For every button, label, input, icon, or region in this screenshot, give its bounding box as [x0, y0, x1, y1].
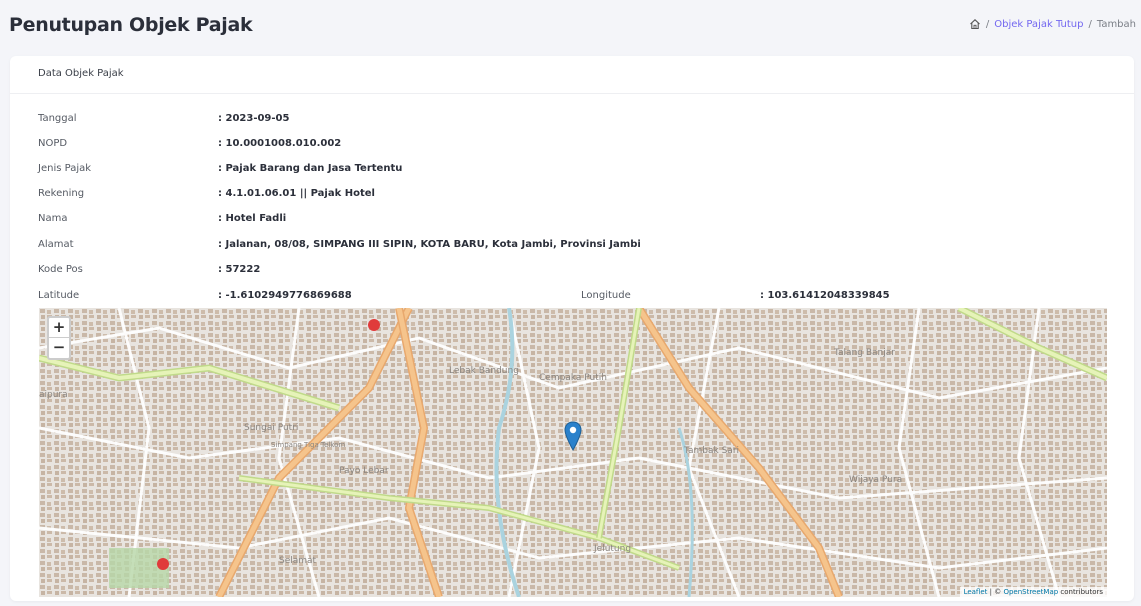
longitude-value: : 103.61412048339845 [760, 290, 890, 301]
breadcrumb-separator: / [1088, 18, 1092, 30]
home-icon[interactable] [969, 18, 981, 30]
leaflet-link[interactable]: Leaflet [964, 588, 988, 596]
breadcrumb-separator: / [985, 18, 990, 30]
map-marker-icon[interactable] [564, 421, 582, 451]
page-header: Penutupan Objek Pajak / Objek Pajak Tutu… [0, 0, 1141, 50]
field-value: : -1.6102949776869688 [218, 290, 352, 301]
field-value: : 57222 [218, 264, 261, 275]
field-label: Rekening [38, 188, 85, 199]
map-place-label: Wijaya Pura [849, 475, 903, 485]
field-value: : 2023-09-05 [218, 113, 290, 124]
field-value: : 10.0001008.010.002 [218, 138, 342, 149]
field-value: : Pajak Barang dan Jasa Tertentu [218, 163, 403, 174]
map-place-label: Payo Lebar [339, 466, 389, 476]
attribution-separator: | © [987, 588, 1004, 596]
map-place-label: aipura [39, 390, 68, 400]
field-label: Jenis Pajak [38, 163, 92, 174]
map-place-label: Selamat [279, 556, 317, 566]
field-value: : Jalanan, 08/08, SIMPANG III SIPIN, KOT… [218, 239, 641, 250]
field-label: Latitude [38, 290, 80, 301]
breadcrumb: / Objek Pajak Tutup / Tambah [969, 18, 1136, 30]
map-place-label: Talang Banjar [834, 348, 895, 358]
card-title: Data Objek Pajak [10, 56, 1134, 94]
zoom-control: + − [47, 316, 71, 360]
data-card: Data Objek Pajak Tanggal : 2023-09-05 NO… [10, 56, 1134, 601]
zoom-out-button[interactable]: − [49, 338, 69, 358]
map-place-label: Jelutung [594, 544, 632, 554]
map-attribution: Leaflet | © OpenStreetMap contributors [959, 587, 1107, 597]
map-place-label: Simpang Tiga Telkom [271, 441, 346, 449]
longitude-label: Longitude [581, 290, 631, 301]
attribution-text: contributors [1058, 588, 1103, 596]
field-value: : Hotel Fadli [218, 213, 287, 224]
field-label: Kode Pos [38, 264, 83, 275]
map-place-label: Tambak Sari [684, 446, 740, 456]
page-title: Penutupan Objek Pajak [9, 14, 253, 36]
openstreetmap-link[interactable]: OpenStreetMap [1003, 588, 1058, 596]
map[interactable]: Lebak Bandung Cempaka Putih Talang Banja… [39, 308, 1107, 597]
map-place-label: Sungai Putri [244, 423, 299, 433]
map-place-label: Lebak Bandung [449, 366, 519, 376]
field-value: : 4.1.01.06.01 || Pajak Hotel [218, 188, 375, 199]
zoom-in-button[interactable]: + [49, 318, 69, 338]
field-label: NOPD [38, 138, 68, 149]
field-label: Tanggal [38, 113, 77, 124]
breadcrumb-link-objek-pajak-tutup[interactable]: Objek Pajak Tutup [994, 19, 1083, 30]
field-label: Alamat [38, 239, 74, 250]
map-place-label: Cempaka Putih [539, 373, 607, 383]
breadcrumb-current: Tambah [1096, 18, 1136, 30]
field-label: Nama [38, 213, 68, 224]
map-tiles[interactable] [39, 308, 1107, 597]
